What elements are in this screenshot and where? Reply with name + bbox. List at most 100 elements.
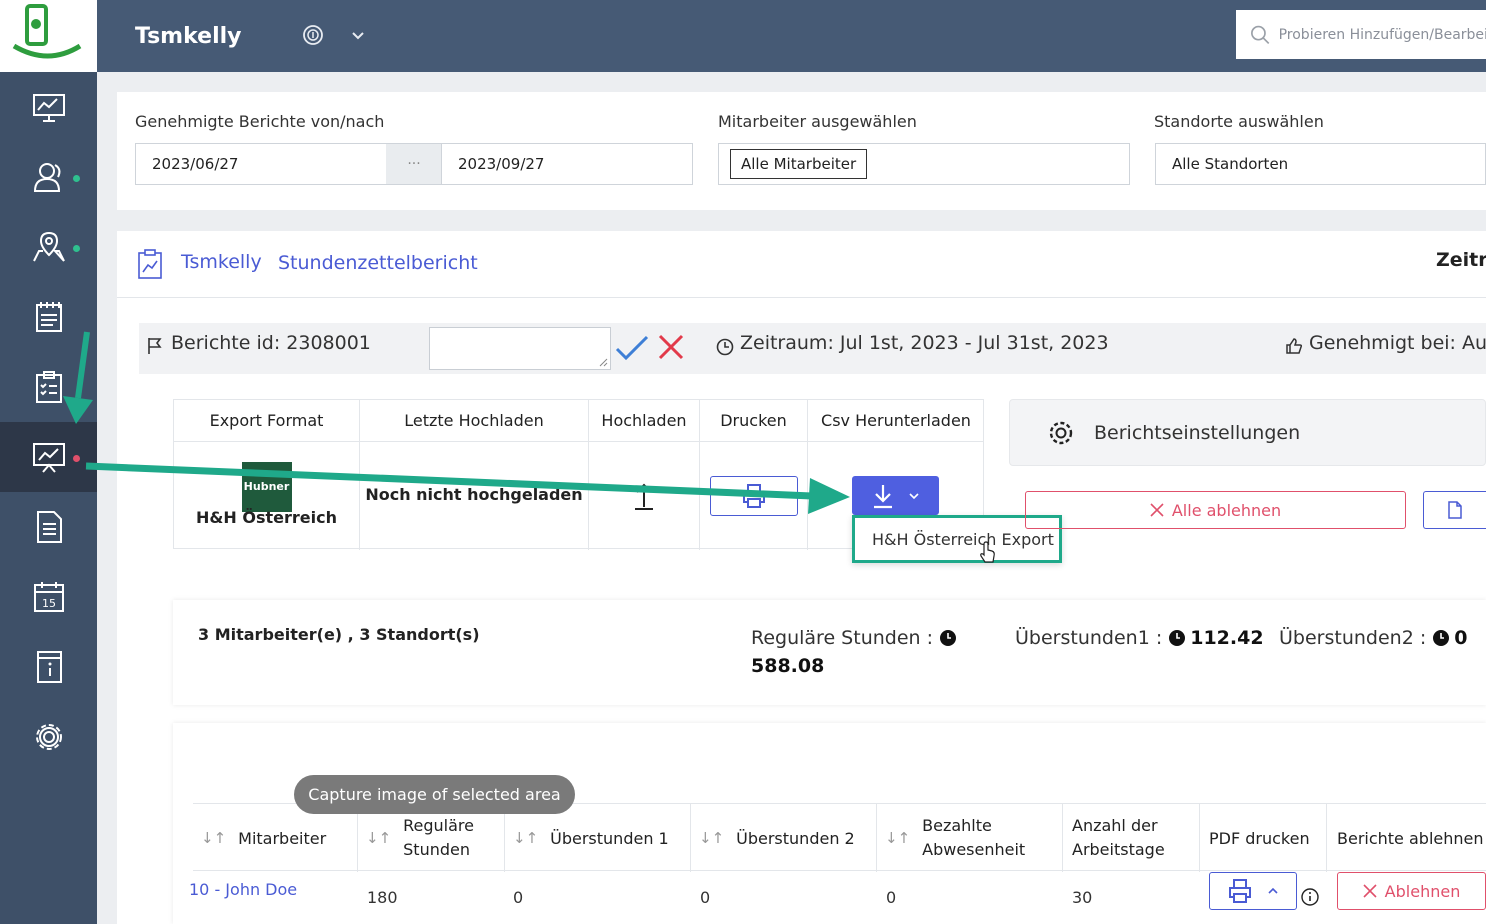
regular-hours-text: Reguläre Stunden : [751,627,934,649]
sidebar-item-dashboard[interactable] [0,72,97,142]
csv-download-button[interactable] [852,476,939,515]
clock-icon [940,630,957,646]
sidebar-item-settings[interactable] [0,702,97,772]
app-title: Tsmkelly [135,24,242,49]
th-pdf-label: PDF drucken [1209,828,1310,848]
map-pin-icon [32,231,65,262]
export-format-column: Export Format Hubner H&H Österreich [174,400,360,550]
print-column: Drucken [700,400,808,550]
locations-status-dot [73,245,80,252]
download-icon [873,484,892,508]
capture-tooltip: Capture image of selected area [294,775,575,814]
document-icon [1448,501,1462,519]
print-button[interactable] [709,476,798,516]
th-employee-label: Mitarbeiter [238,828,327,848]
regular-hours-value: 588.08 [751,655,825,677]
th-paid-absence[interactable]: ↓↑ Bezahlte Abwesenheit [877,804,1063,872]
clipboard-list-icon [35,371,62,403]
approved-at: Genehmigt bei: Au [1309,332,1486,354]
sidebar-item-tasks[interactable] [0,352,97,422]
sort-icon: ↓↑ [699,829,725,847]
hubner-logo: Hubner [241,461,292,512]
reject-all-label: Alle ablehnen [1171,500,1282,520]
th-regular-label: Reguläre Stunden [403,816,474,859]
info-icon[interactable] [1301,888,1319,906]
filter-panel: Genehmigte Berichte von/nach 2023/06/27 … [117,92,1486,210]
report-title: Stundenzettelbericht [278,252,478,274]
info-book-icon [36,651,62,683]
reports-status-dot [73,455,80,462]
date-from-input[interactable]: 2023/06/27 [135,143,387,185]
chevron-down-icon[interactable] [350,27,366,46]
divider [117,297,1486,298]
report-company: Tsmkelly [181,251,262,273]
employee-chip[interactable]: Alle Mitarbeiter [730,149,868,179]
th-overtime1-label: Überstunden 1 [550,828,669,848]
chevron-down-icon [908,492,919,499]
app-logo[interactable] [0,0,97,72]
th-overtime2-label: Überstunden 2 [736,828,855,848]
print-header: Drucken [700,400,807,442]
cell-regular: 180 [367,888,398,907]
report-settings-button[interactable]: Berichtseinstellungen [1009,399,1486,466]
sidebar-item-locations[interactable] [0,212,97,282]
chevron-up-icon [1268,887,1278,894]
date-separator: ··· [386,143,442,185]
th-overtime2[interactable]: ↓↑ Überstunden 2 [691,804,877,872]
upload-column: Hochladen [589,400,700,550]
export-format-name: H&H Österreich [196,507,337,527]
th-paid-absence-label: Bezahlte Abwesenheit [922,816,1026,859]
export-format-cell: Hubner H&H Österreich [174,442,359,550]
sidebar-item-calendar[interactable]: 15 [0,562,97,632]
sidebar-item-notebook[interactable] [0,282,97,352]
users-icon [33,163,60,192]
search-placeholder: Probieren Hinzufügen/Bearbeiten [1278,26,1486,43]
print-cell [700,442,807,550]
th-reject: Berichte ablehnen [1327,804,1486,872]
sidebar-item-reports[interactable] [0,422,97,492]
report-period: Zeitraum: Jul 1st, 2023 - Jul 31st, 2023 [740,332,1109,354]
th-employee[interactable]: ↓↑ Mitarbeiter [193,804,358,872]
cancel-x-icon[interactable] [658,334,684,360]
upload-icon[interactable] [633,481,655,511]
sidebar-item-documents[interactable] [0,492,97,562]
clipboard-chart-icon [137,249,163,283]
th-pdf-print: PDF drucken [1200,804,1327,872]
overtime1-text: Überstunden1 : [1015,627,1163,649]
row-reject-button[interactable]: Ablehnen [1337,872,1486,910]
row-reject-label: Ablehnen [1384,881,1461,901]
overtime1-value: 112.42 [1190,627,1264,649]
th-reject-label: Berichte ablehnen [1337,828,1484,848]
account-icon[interactable] [302,24,324,50]
cell-employee[interactable]: 10 - John Doe [189,863,297,916]
gear-icon [1049,421,1073,444]
sidebar-item-users[interactable] [0,142,97,212]
printer-icon [1229,879,1251,903]
hand-cursor-icon [980,541,995,563]
calendar-icon: 15 [33,582,64,612]
overtime2-text: Überstunden2 : [1279,627,1427,649]
thumbs-up-icon [1286,338,1303,354]
report-id-input[interactable] [429,327,611,370]
reject-all-button[interactable]: Alle ablehnen [1025,491,1406,529]
csv-header: Csv Herunterladen [808,400,984,442]
sort-icon: ↓↑ [201,829,227,847]
th-regular[interactable]: ↓↑ Reguläre Stunden [358,804,505,872]
search-input[interactable]: Probieren Hinzufügen/Bearbeiten [1236,10,1486,59]
date-to-input[interactable]: 2023/09/27 [441,143,693,185]
employee-table-panel: ↓↑ Mitarbeiter ↓↑ Reguläre Stunden ↓↑ Übers… [173,723,1486,924]
overtime2-label: Überstunden2 : 0 [1279,627,1467,649]
overtime1-label: Überstunden1 : 112.42 [1015,627,1264,649]
location-select[interactable]: Alle Standorten [1155,143,1486,185]
report-info-bar: Berichte id: 2308001 Zeitraum: Jul 1st, … [139,323,1486,374]
confirm-check-icon[interactable] [615,335,649,361]
last-upload-cell: Noch nicht hochgeladen [360,442,588,550]
document-button[interactable] [1423,491,1486,529]
last-upload-status: Noch nicht hochgeladen [365,484,583,504]
sidebar-item-info[interactable] [0,632,97,702]
row-print-button[interactable] [1209,872,1297,910]
employee-select[interactable]: Alle Mitarbeiter [718,143,1130,185]
th-workdays[interactable]: Anzahl der Arbeitstage [1063,804,1200,872]
svg-text:15: 15 [42,597,56,610]
th-overtime1[interactable]: ↓↑ Überstunden 1 [505,804,691,872]
